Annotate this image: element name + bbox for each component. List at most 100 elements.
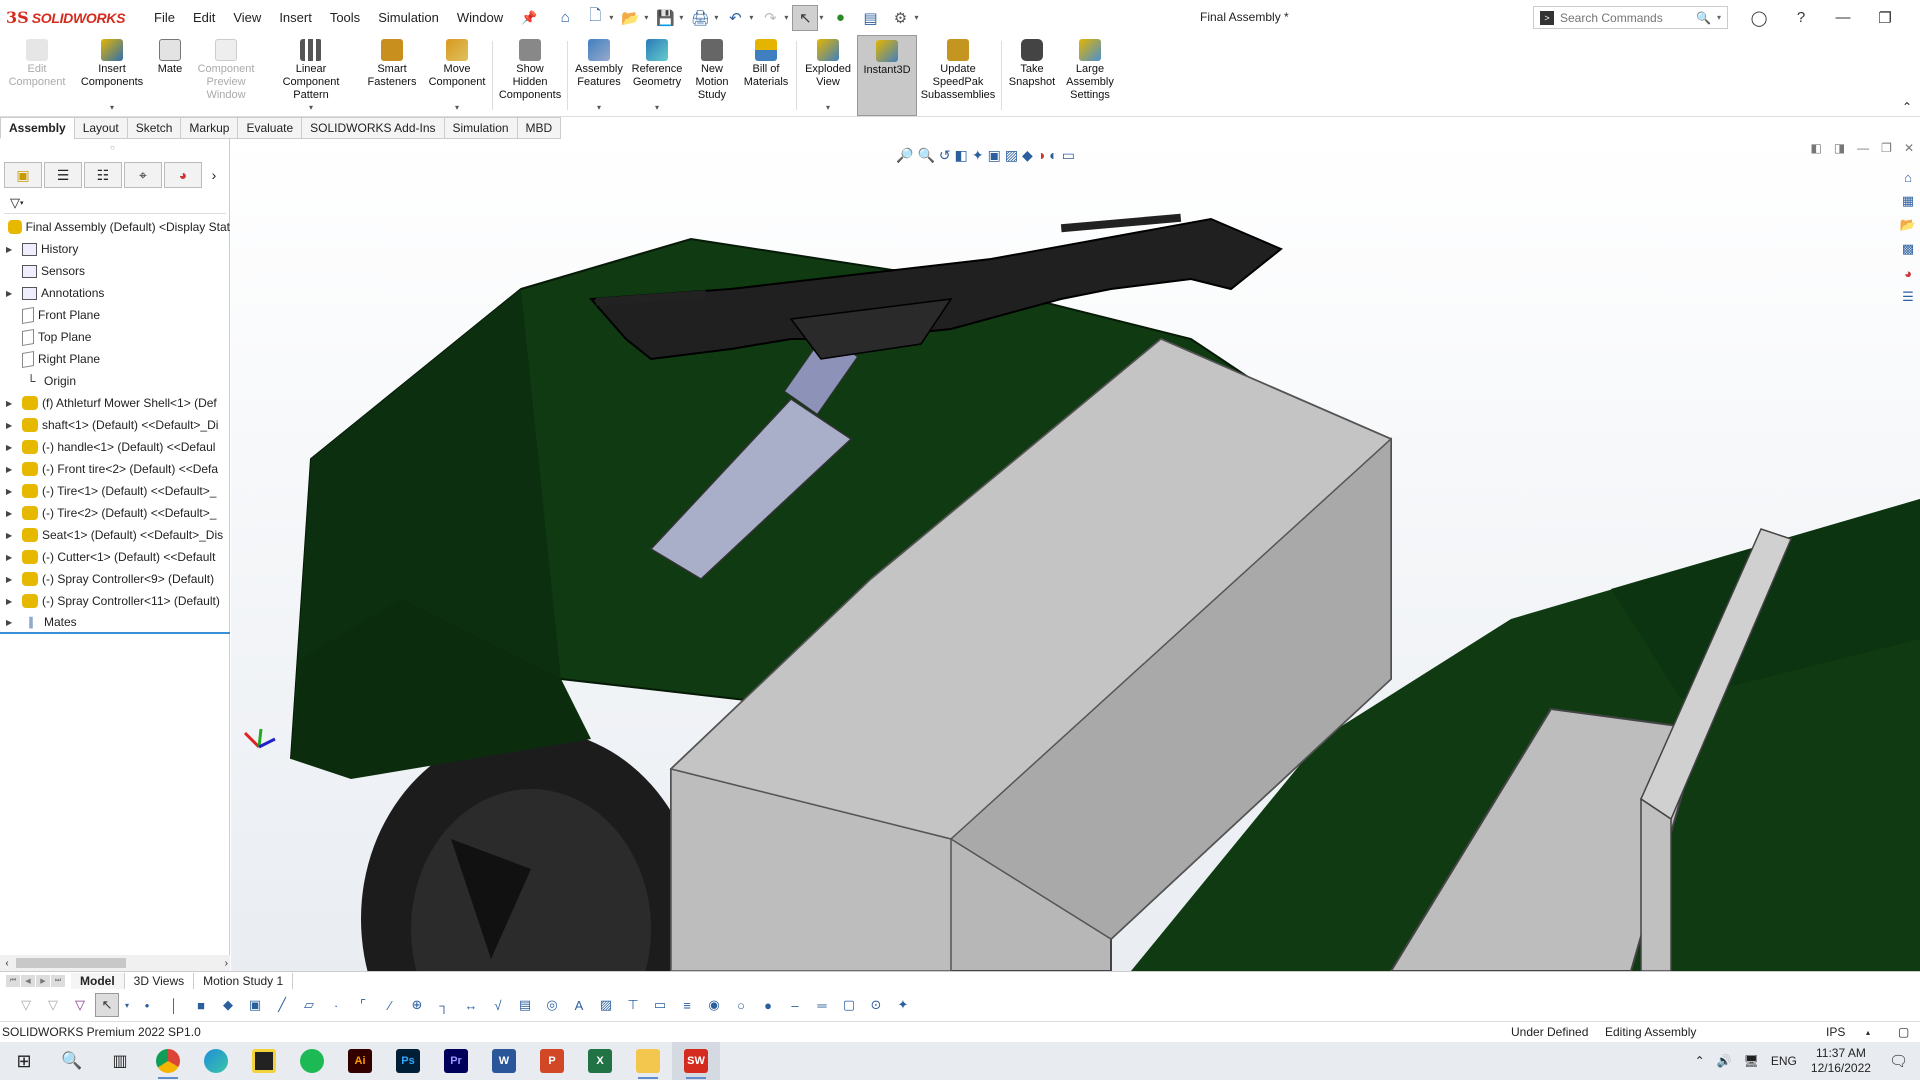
component-preview-window-button[interactable]: Component Preview Window: [190, 35, 262, 116]
search-button[interactable]: 🔍: [48, 1042, 96, 1080]
filter-dimensions-icon[interactable]: ↔: [459, 993, 483, 1017]
filter-routing-point-icon[interactable]: ●: [756, 993, 780, 1017]
show-hidden-components-button[interactable]: Show Hidden Components: [495, 35, 565, 116]
select-pointer-icon[interactable]: ↖: [792, 4, 819, 31]
redo-icon[interactable]: ↷: [757, 5, 783, 31]
expand-icon[interactable]: ▶: [6, 421, 18, 430]
tree-item-seat[interactable]: ▶ Seat<1> (Default) <<Default>_Dis: [0, 524, 230, 546]
taskbar-illustrator[interactable]: Ai: [336, 1042, 384, 1080]
take-snapshot-button[interactable]: Take Snapshot: [1004, 35, 1060, 116]
undo-icon[interactable]: ↶: [722, 5, 748, 31]
solidworks-resources-icon[interactable]: ⌂: [1898, 167, 1918, 187]
display-style-icon[interactable]: ▨: [1005, 147, 1018, 164]
taskbar-notepad[interactable]: [240, 1042, 288, 1080]
menu-window[interactable]: Window: [448, 0, 512, 35]
filter-balloons-icon[interactable]: ◎: [540, 993, 564, 1017]
select-pointer-icon[interactable]: ↖: [95, 993, 119, 1017]
close-icon[interactable]: ✕: [1906, 9, 1920, 27]
menu-edit[interactable]: Edit: [184, 0, 224, 35]
filter-planes-icon[interactable]: ▱: [297, 993, 321, 1017]
tab-addins[interactable]: SOLIDWORKS Add-Ins: [301, 117, 445, 139]
rebuild-icon[interactable]: ●: [827, 5, 853, 31]
pin-icon[interactable]: 📌: [512, 0, 546, 35]
filter-surface-finish-icon[interactable]: √: [486, 993, 510, 1017]
tree-item-front-tire[interactable]: ▶ (-) Front tire<2> (Default) <<Defa: [0, 458, 230, 480]
insert-components-button[interactable]: Insert Components ▾: [74, 35, 150, 116]
chevron-down-icon[interactable]: ▾: [714, 13, 718, 22]
expand-icon[interactable]: ▶: [6, 487, 18, 496]
file-properties-icon[interactable]: ▤: [857, 5, 883, 31]
filter-all-icon[interactable]: ▽: [68, 993, 92, 1017]
expand-icon[interactable]: ▶: [6, 553, 18, 562]
chevron-down-icon[interactable]: ▾: [655, 101, 659, 114]
property-manager-tab-icon[interactable]: ☰: [44, 162, 82, 188]
filter-sketch-segments-icon[interactable]: ⌜: [351, 993, 375, 1017]
tree-item-mates[interactable]: ▶ ∥ Mates: [0, 612, 230, 634]
expand-icon[interactable]: ▶: [6, 399, 18, 408]
tree-item-front-plane[interactable]: Front Plane: [0, 304, 230, 326]
tree-item-top-plane[interactable]: Top Plane: [0, 326, 230, 348]
filter-hole-icon[interactable]: ⊙: [864, 993, 888, 1017]
filter-faces-icon[interactable]: ■: [189, 993, 213, 1017]
dynamic-annotation-icon[interactable]: ✦: [972, 147, 984, 164]
filter-tolerance-icon[interactable]: ▭: [648, 993, 672, 1017]
volume-icon[interactable]: 🔊: [1717, 1054, 1732, 1068]
chevron-down-icon[interactable]: ▾: [784, 13, 788, 22]
chevron-down-icon[interactable]: ▾: [309, 101, 313, 114]
smart-fasteners-button[interactable]: Smart Fasteners: [360, 35, 424, 116]
tree-item-tire-1[interactable]: ▶ (-) Tire<1> (Default) <<Default>_: [0, 480, 230, 502]
minimize-icon[interactable]: —: [1857, 141, 1869, 155]
close-icon[interactable]: ✕: [1904, 141, 1914, 155]
tree-item-tire-2[interactable]: ▶ (-) Tire<2> (Default) <<Default>_: [0, 502, 230, 524]
edit-appearance-icon[interactable]: ◑: [1037, 147, 1045, 163]
restore-icon[interactable]: ❐: [1864, 9, 1906, 27]
restore-icon[interactable]: ❐: [1881, 141, 1892, 155]
previous-view-icon[interactable]: ↺: [939, 147, 951, 164]
chevron-down-icon[interactable]: ▾: [1717, 13, 1721, 22]
chevron-down-icon[interactable]: ▾: [609, 13, 613, 22]
chevron-down-icon[interactable]: ▾: [914, 13, 918, 22]
tree-item-shaft[interactable]: ▶ shaft<1> (Default) <<Default>_Di: [0, 414, 230, 436]
search-commands-box[interactable]: > 🔍 ▾: [1533, 6, 1728, 29]
chevron-down-icon[interactable]: ▾: [455, 101, 459, 114]
tree-filter[interactable]: ▽ ▾: [4, 192, 226, 214]
chevron-down-icon[interactable]: ▾: [20, 199, 24, 207]
reference-geometry-button[interactable]: Reference Geometry ▾: [628, 35, 686, 116]
tree-item-sensors[interactable]: Sensors: [0, 260, 230, 282]
linear-component-pattern-button[interactable]: Linear Component Pattern ▾: [262, 35, 360, 116]
taskbar-solidworks[interactable]: SW: [672, 1042, 720, 1080]
filter-weld-icon[interactable]: ▨: [594, 993, 618, 1017]
expand-icon[interactable]: ▶: [6, 597, 18, 606]
new-document-icon[interactable]: 🗋: [582, 5, 608, 31]
network-icon[interactable]: 🖥: [1744, 1054, 1759, 1068]
notifications-icon[interactable]: 🗨: [1889, 1052, 1908, 1070]
print-icon[interactable]: 🖨: [687, 5, 713, 31]
taskbar-spotify[interactable]: [288, 1042, 336, 1080]
tile-icon[interactable]: ◧: [1810, 141, 1821, 155]
section-view-icon[interactable]: ◧: [955, 147, 968, 164]
prev-tab-icon[interactable]: ◀: [21, 974, 35, 987]
expand-icon[interactable]: ▶: [6, 465, 18, 474]
display-manager-tab-icon[interactable]: ◕: [164, 162, 202, 188]
chevron-up-icon[interactable]: ⌃: [1695, 1054, 1705, 1068]
chevron-down-icon[interactable]: ▾: [819, 13, 823, 22]
menu-file[interactable]: File: [145, 0, 184, 35]
filter-dowel-pin-icon[interactable]: ◉: [702, 993, 726, 1017]
chevron-down-icon[interactable]: ▾: [826, 101, 830, 114]
taskbar-edge[interactable]: [192, 1042, 240, 1080]
filter-solids-icon[interactable]: ▣: [243, 993, 267, 1017]
move-component-button[interactable]: Move Component ▾: [424, 35, 490, 116]
task-view-button[interactable]: ▥: [96, 1042, 144, 1080]
filter-axes-icon[interactable]: ╱: [270, 993, 294, 1017]
filter-icon[interactable]: ▽: [10, 195, 20, 211]
configuration-manager-tab-icon[interactable]: ☷: [84, 162, 122, 188]
language-indicator[interactable]: ENG: [1771, 1054, 1797, 1068]
filter-centerlines-icon[interactable]: ┐: [432, 993, 456, 1017]
taskbar-premiere[interactable]: Pr: [432, 1042, 480, 1080]
search-input[interactable]: [1560, 10, 1691, 25]
options-gear-icon[interactable]: ⚙: [887, 5, 913, 31]
tab-simulation[interactable]: Simulation: [443, 117, 518, 139]
expand-icon[interactable]: ▶: [6, 443, 18, 452]
horizontal-scrollbar[interactable]: ‹ ›: [0, 955, 230, 971]
tab-model[interactable]: Model: [71, 972, 125, 989]
